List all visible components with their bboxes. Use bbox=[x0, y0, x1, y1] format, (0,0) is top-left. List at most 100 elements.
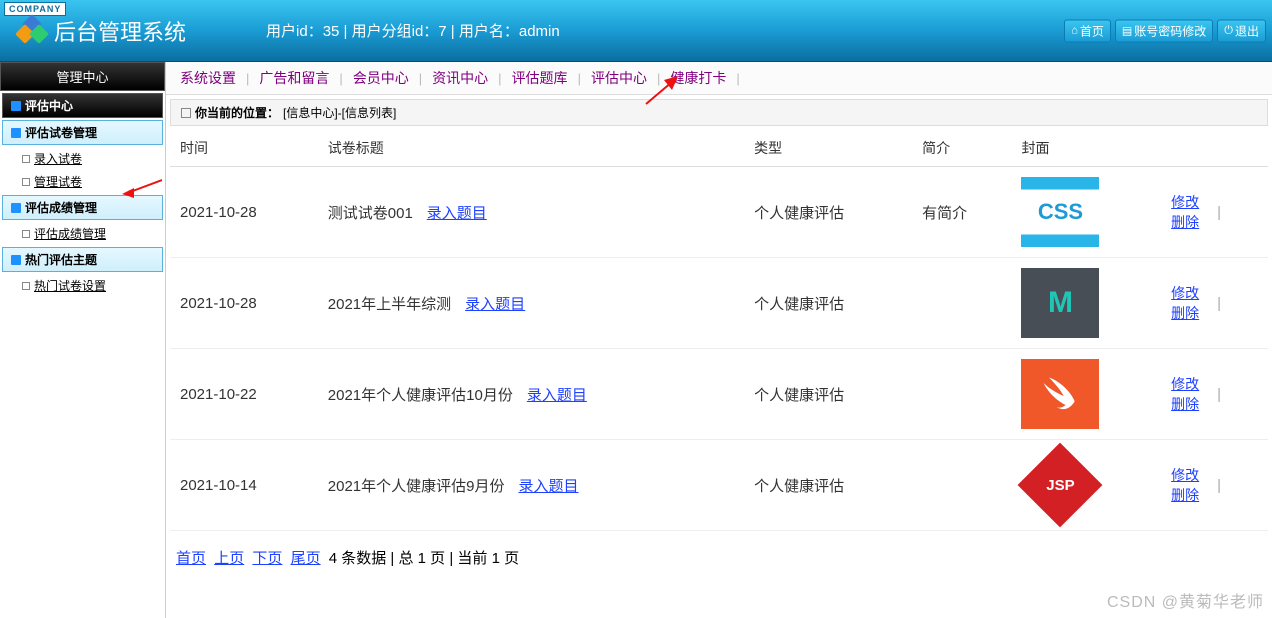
app-title: 后台管理系统 bbox=[54, 15, 186, 47]
divider: | bbox=[1217, 204, 1221, 221]
bullet-icon bbox=[11, 203, 21, 213]
edit-link[interactable]: 修改 bbox=[1171, 192, 1199, 212]
cell-title: 2021年个人健康评估10月份录入题目 bbox=[318, 349, 744, 440]
logout-button[interactable]: ⏻退出 bbox=[1217, 19, 1266, 42]
sidebar-current-module: 评估中心 bbox=[2, 93, 163, 118]
divider: | bbox=[498, 71, 501, 86]
cell-actions: 修改删除 | bbox=[1161, 349, 1268, 440]
page-info: 4 条数据 | 总 1 页 | 当前 1 页 bbox=[329, 550, 519, 567]
cover-thumb bbox=[1021, 359, 1099, 429]
cell-date: 2021-10-28 bbox=[170, 258, 318, 349]
management-center-header: 管理中心 bbox=[0, 62, 165, 91]
delete-link[interactable]: 删除 bbox=[1171, 212, 1199, 232]
cell-actions: 修改删除 | bbox=[1161, 440, 1268, 531]
company-tag: COMPANY bbox=[4, 2, 66, 16]
nav-评估中心[interactable]: 评估中心 bbox=[587, 68, 651, 88]
nav-广告和留言[interactable]: 广告和留言 bbox=[255, 68, 333, 88]
sidebar-group-评估试卷管理[interactable]: 评估试卷管理 bbox=[2, 120, 163, 145]
delete-link[interactable]: 删除 bbox=[1171, 303, 1199, 323]
bullet-icon bbox=[11, 255, 21, 265]
location-icon bbox=[181, 108, 191, 118]
nav-评估题库[interactable]: 评估题库 bbox=[508, 68, 572, 88]
cell-date: 2021-10-14 bbox=[170, 440, 318, 531]
cell-type: 个人健康评估 bbox=[744, 349, 912, 440]
divider: | bbox=[246, 71, 249, 86]
cell-actions: 修改删除 | bbox=[1161, 258, 1268, 349]
square-icon bbox=[22, 282, 30, 290]
cell-cover: JSP bbox=[1011, 440, 1161, 531]
delete-link[interactable]: 删除 bbox=[1171, 485, 1199, 505]
top-nav: 系统设置|广告和留言|会员中心|资讯中心|评估题库|评估中心|健康打卡| bbox=[166, 62, 1272, 95]
enter-questions-link[interactable]: 录入题目 bbox=[427, 205, 487, 222]
power-icon: ⏻ bbox=[1224, 24, 1233, 37]
pagination: 首页 上页 下页 尾页 4 条数据 | 总 1 页 | 当前 1 页 bbox=[166, 531, 1272, 584]
page-last-link[interactable]: 尾页 bbox=[291, 550, 321, 567]
table-row: 2021-10-142021年个人健康评估9月份录入题目个人健康评估 JSP 修改删… bbox=[170, 440, 1268, 531]
nav-系统设置[interactable]: 系统设置 bbox=[176, 68, 240, 88]
cover-thumb: JSP bbox=[1021, 450, 1099, 520]
edit-link[interactable]: 修改 bbox=[1171, 465, 1199, 485]
cell-cover: CSS bbox=[1011, 167, 1161, 258]
sidebar-item-录入试卷[interactable]: 录入试卷 bbox=[0, 147, 165, 170]
page-first-link[interactable]: 首页 bbox=[176, 550, 206, 567]
nav-会员中心[interactable]: 会员中心 bbox=[349, 68, 413, 88]
col-简介: 简介 bbox=[912, 130, 1011, 167]
password-button[interactable]: ▤账号密码修改 bbox=[1115, 19, 1213, 42]
cell-intro bbox=[912, 440, 1011, 531]
divider: | bbox=[578, 71, 581, 86]
sidebar-group-评估成绩管理[interactable]: 评估成绩管理 bbox=[2, 195, 163, 220]
cell-type: 个人健康评估 bbox=[744, 440, 912, 531]
square-icon bbox=[22, 230, 30, 238]
key-icon: ▤ bbox=[1122, 24, 1132, 37]
col-类型: 类型 bbox=[744, 130, 912, 167]
cell-type: 个人健康评估 bbox=[744, 258, 912, 349]
enter-questions-link[interactable]: 录入题目 bbox=[465, 296, 525, 313]
col-时间: 时间 bbox=[170, 130, 318, 167]
home-icon: ⌂ bbox=[1071, 25, 1078, 37]
cover-thumb: CSS bbox=[1021, 177, 1099, 247]
square-icon bbox=[22, 155, 30, 163]
square-icon bbox=[22, 178, 30, 186]
cell-cover: M bbox=[1011, 258, 1161, 349]
edit-link[interactable]: 修改 bbox=[1171, 374, 1199, 394]
cell-intro: 有简介 bbox=[912, 167, 1011, 258]
edit-link[interactable]: 修改 bbox=[1171, 283, 1199, 303]
divider: | bbox=[657, 71, 660, 86]
sidebar-item-评估成绩管理[interactable]: 评估成绩管理 bbox=[0, 222, 165, 245]
user-info: 用户id：35 | 用户分组id：7 | 用户名：admin bbox=[266, 20, 560, 41]
nav-资讯中心[interactable]: 资讯中心 bbox=[428, 68, 492, 88]
sidebar-group-热门评估主题[interactable]: 热门评估主题 bbox=[2, 247, 163, 272]
divider: | bbox=[1217, 386, 1221, 403]
main-content: 系统设置 | 广告和留言 | 会员中心 | 资讯中心 | 评估题库 | 评估中心 | 健康打卡 | 你当前… bbox=[166, 62, 1272, 618]
cell-date: 2021-10-22 bbox=[170, 349, 318, 440]
sidebar-item-热门试卷设置[interactable]: 热门试卷设置 bbox=[0, 274, 165, 297]
cell-actions: 修改删除 | bbox=[1161, 167, 1268, 258]
divider: | bbox=[1217, 477, 1221, 494]
table-row: 2021-10-28测试试卷001录入题目个人健康评估有简介CSS 修改删除 | bbox=[170, 167, 1268, 258]
cell-intro bbox=[912, 258, 1011, 349]
breadcrumb: 你当前的位置： [信息中心]-[信息列表] bbox=[170, 99, 1268, 126]
table-row: 2021-10-222021年个人健康评估10月份录入题目个人健康评估 修改删除 | bbox=[170, 349, 1268, 440]
cell-title: 测试试卷001录入题目 bbox=[318, 167, 744, 258]
table-row: 2021-10-282021年上半年综测录入题目个人健康评估M修改删除| bbox=[170, 258, 1268, 349]
cell-cover bbox=[1011, 349, 1161, 440]
sidebar: 管理中心 评估中心 评估试卷管理录入试卷管理试卷评估成绩管理评估成绩管理热门评估… bbox=[0, 62, 166, 618]
sidebar-item-管理试卷[interactable]: 管理试卷 bbox=[0, 170, 165, 193]
delete-link[interactable]: 删除 bbox=[1171, 394, 1199, 414]
page-prev-link[interactable]: 上页 bbox=[214, 550, 244, 567]
enter-questions-link[interactable]: 录入题目 bbox=[518, 478, 578, 495]
bullet-icon bbox=[11, 101, 21, 111]
cover-thumb: M bbox=[1021, 268, 1099, 338]
enter-questions-link[interactable]: 录入题目 bbox=[527, 387, 587, 404]
page-next-link[interactable]: 下页 bbox=[252, 550, 282, 567]
divider: | bbox=[1217, 295, 1221, 312]
col-试卷标题: 试卷标题 bbox=[318, 130, 744, 167]
app-header: COMPANY 后台管理系统 用户id：35 | 用户分组id：7 | 用户名：… bbox=[0, 0, 1272, 62]
cell-title: 2021年个人健康评估9月份录入题目 bbox=[318, 440, 744, 531]
nav-健康打卡[interactable]: 健康打卡 bbox=[666, 68, 730, 88]
cell-type: 个人健康评估 bbox=[744, 167, 912, 258]
cell-date: 2021-10-28 bbox=[170, 167, 318, 258]
home-button[interactable]: ⌂首页 bbox=[1064, 19, 1111, 42]
divider: | bbox=[736, 71, 739, 86]
breadcrumb-prefix: 你当前的位置： bbox=[195, 104, 279, 121]
